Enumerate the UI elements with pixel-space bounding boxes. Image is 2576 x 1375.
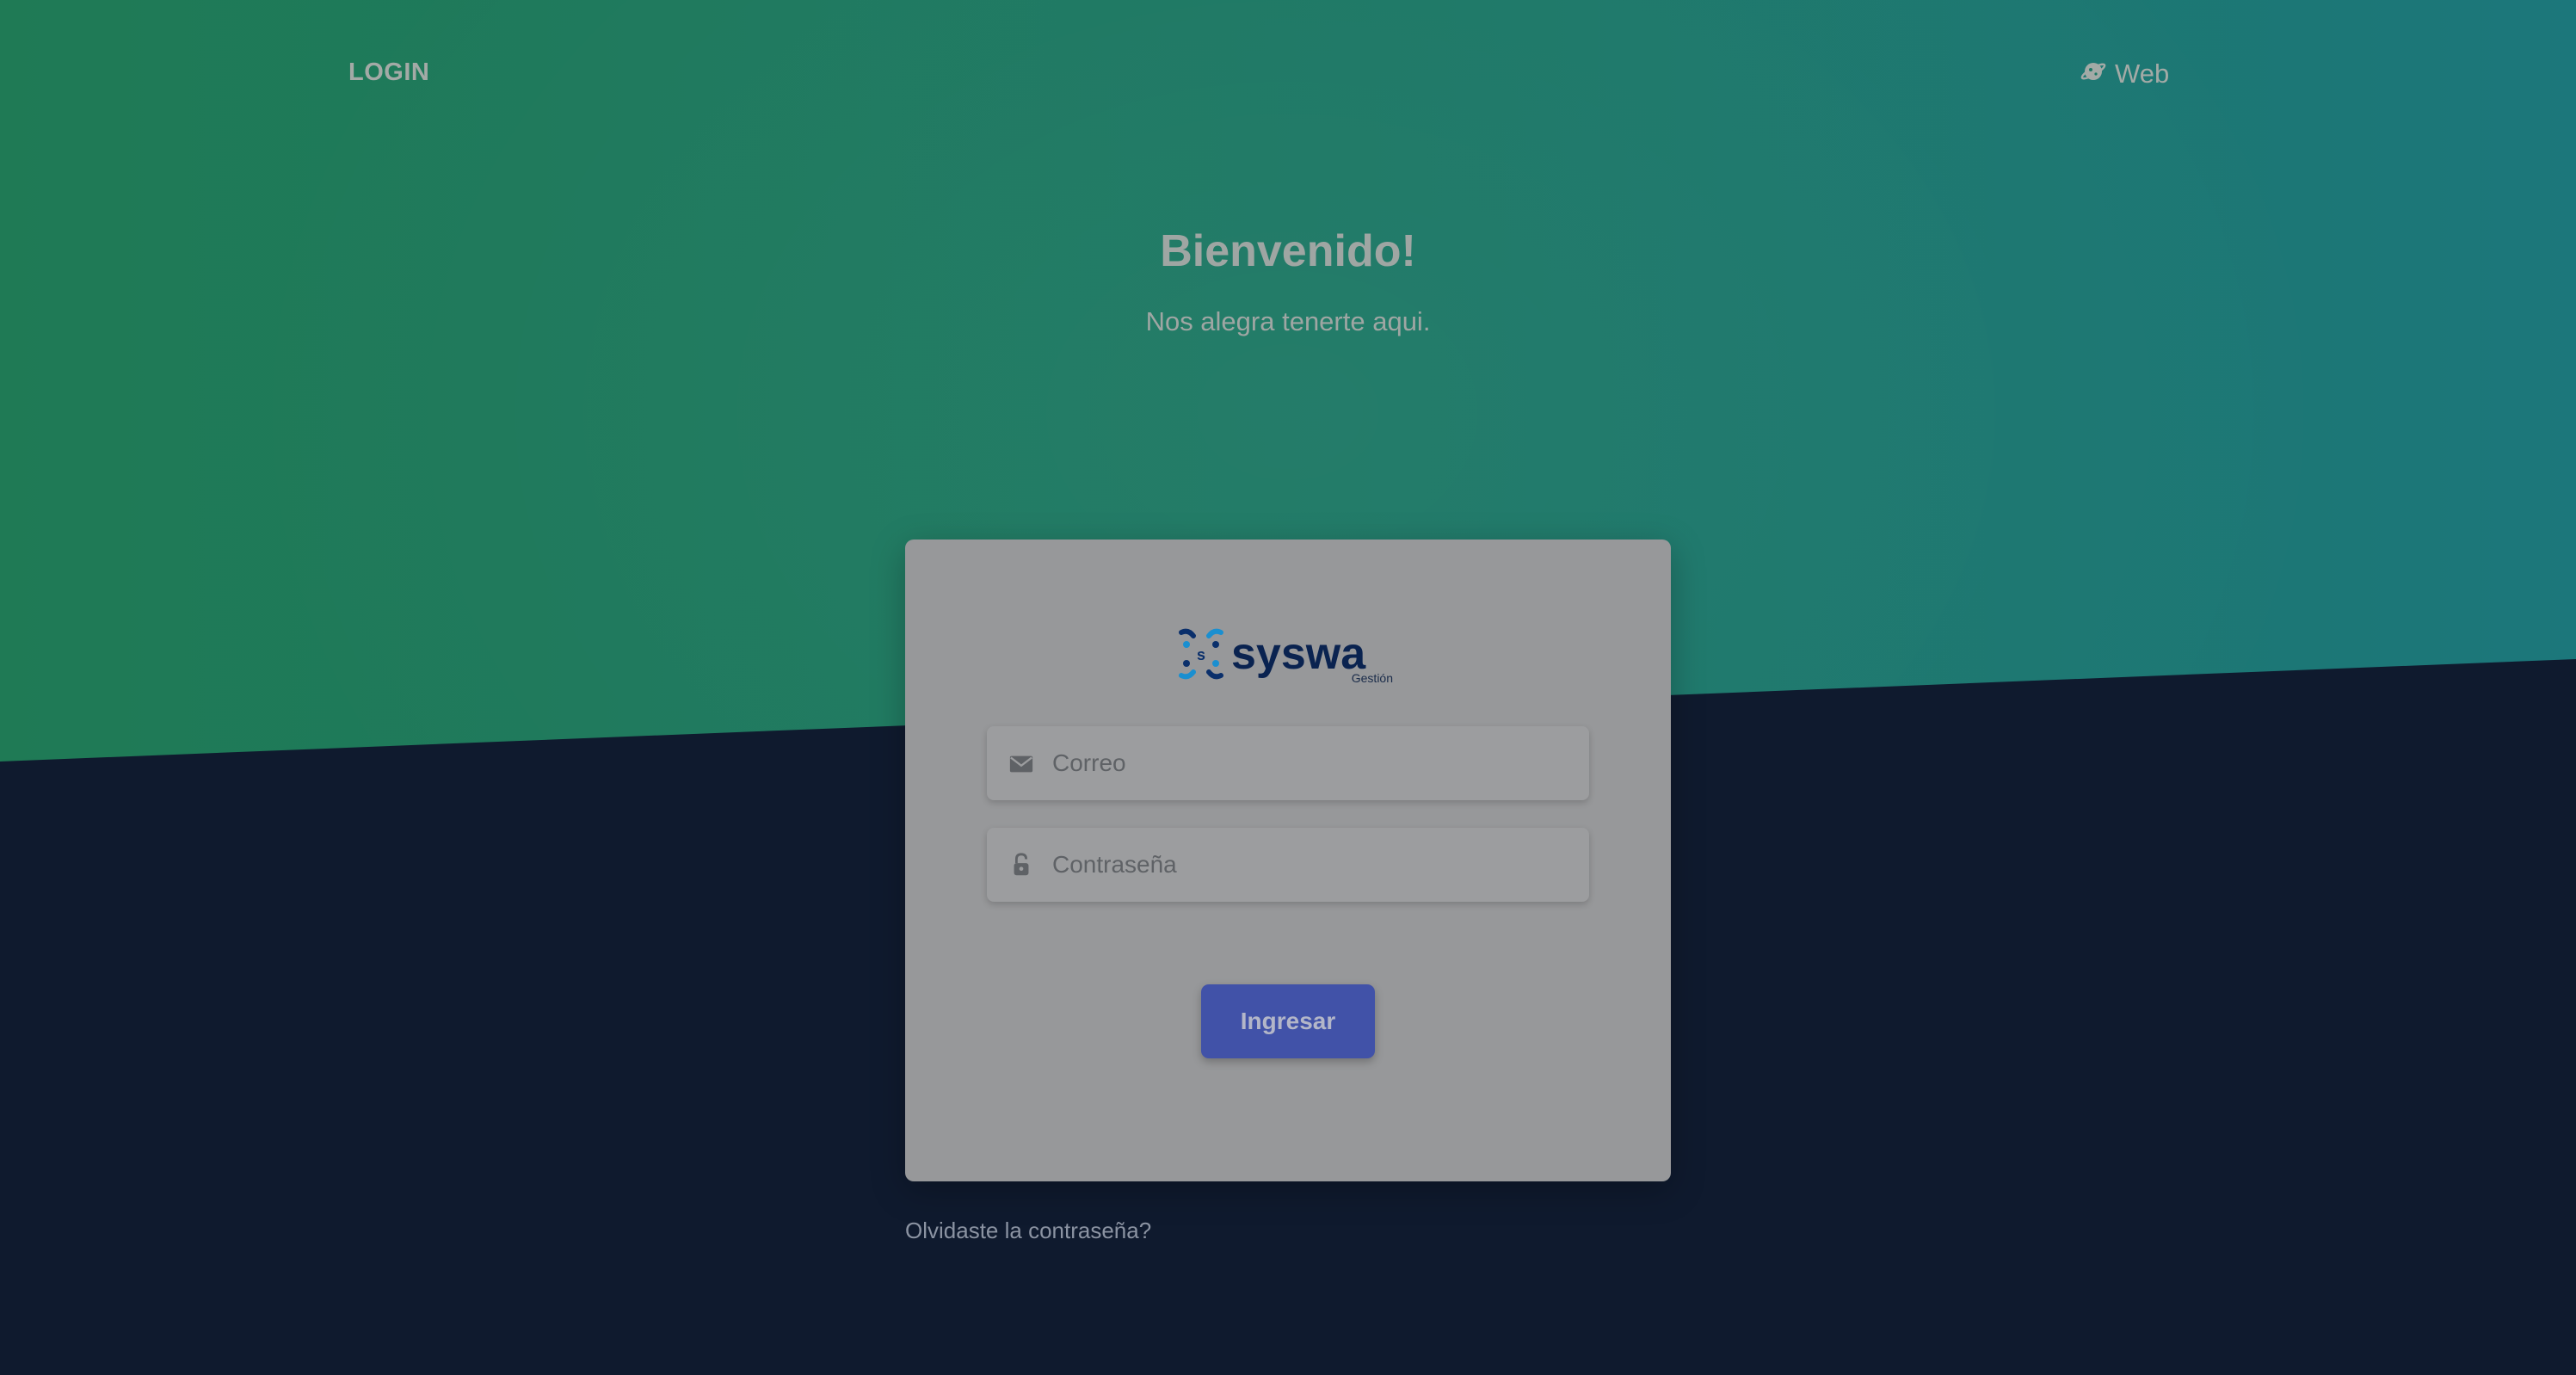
nav-web-link[interactable]: Web [2080,57,2169,91]
email-input[interactable] [1052,749,1568,777]
unlock-icon [1008,851,1035,879]
password-field-wrapper [987,828,1589,902]
forgot-password-link[interactable]: Olvidaste la contraseña? [905,1218,1151,1244]
page-title: Bienvenido! [1160,226,1416,276]
nav-web-label: Web [2115,59,2170,89]
page-subtitle: Nos alegra tenerte aqui. [1145,306,1431,336]
password-input[interactable] [1052,851,1568,879]
envelope-icon [1008,749,1035,777]
login-submit-button[interactable]: Ingresar [1201,984,1375,1058]
logo-wordmark: syswa [1231,629,1366,679]
planet-icon [2080,57,2108,91]
nav-brand-login[interactable]: LOGIN [348,59,429,87]
email-field-wrapper [987,726,1589,800]
syswa-logo: s syswa Gestión [1179,628,1393,685]
svg-text:s: s [1197,646,1205,663]
logo-subtext: Gestión [1352,671,1393,685]
logo-emblem-icon: s [1179,628,1223,680]
login-card: s syswa Gestión Ingresar [905,540,1671,1181]
